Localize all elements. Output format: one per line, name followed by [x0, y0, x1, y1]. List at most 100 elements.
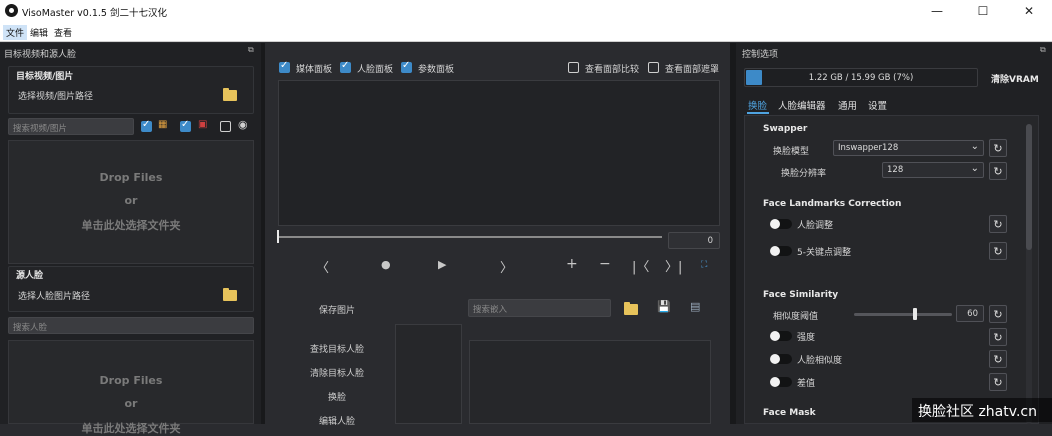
media-panel-label: 媒体面板 [296, 65, 333, 75]
swap-faces-button[interactable]: 换脸 [287, 390, 387, 403]
similarity-threshold-slider[interactable] [854, 313, 952, 316]
strength-toggle[interactable] [770, 331, 792, 341]
active-tab-underline [747, 112, 769, 114]
source-drop-zone[interactable]: Drop Files or 单击此处选择文件夹 [8, 340, 254, 435]
frame-number-input[interactable]: 0 [668, 232, 720, 249]
reset-icon[interactable]: ↻ [989, 215, 1007, 233]
fullscreen-icon[interactable]: ⛶ [701, 260, 707, 270]
tab-face-swap[interactable]: 换脸 [748, 98, 767, 112]
search-video-input[interactable]: 搜索视频/图片 [8, 118, 134, 135]
export-icon[interactable]: ▤ [690, 300, 700, 313]
tab-face-editor[interactable]: 人脸编辑器 [778, 98, 826, 112]
reset-icon[interactable]: ↻ [989, 139, 1007, 157]
face-mask-heading: Face Mask [763, 408, 816, 418]
filter-video-checkbox[interactable] [180, 119, 191, 132]
drop-text: Drop Files [99, 171, 163, 184]
keypoint-adjust-toggle[interactable] [770, 246, 792, 256]
param-panel-checkbox[interactable] [401, 60, 412, 73]
menu-bar: 文件 编辑 查看 [0, 22, 1052, 42]
drop-or-text: or [124, 397, 138, 410]
folder-icon[interactable] [223, 288, 237, 301]
next-frame-icon[interactable]: 〉 [500, 257, 513, 276]
face-similarity-label: 人脸相似度 [797, 356, 843, 366]
face-compare-checkbox[interactable] [568, 62, 579, 73]
reset-icon[interactable]: ↻ [989, 242, 1007, 260]
menu-file[interactable]: 文件 [3, 25, 28, 40]
window-title: VisoMaster v0.1.5 剑二十七汉化 [22, 8, 167, 19]
target-drop-zone[interactable]: Drop Files or 单击此处选择文件夹 [8, 140, 254, 264]
vram-progress-bar: 1.22 GB / 15.99 GB (7%) [744, 68, 978, 87]
source-group-label: 源人脸 [16, 271, 44, 281]
play-icon[interactable]: ▶ [438, 258, 446, 271]
tab-settings[interactable]: 设置 [868, 98, 887, 112]
app-icon [5, 4, 18, 17]
close-button[interactable]: ✕ [1006, 0, 1052, 22]
dock-float-icon[interactable]: ⧉ [248, 45, 254, 55]
swap-model-value: Inswapper128 [838, 143, 899, 153]
similarity-heading: Face Similarity [763, 290, 839, 300]
right-dock-title: 控制选项 [742, 50, 779, 60]
add-marker-icon[interactable]: + [566, 256, 578, 272]
filter-webcam-checkbox[interactable] [220, 121, 231, 132]
face-adjust-label: 人脸调整 [797, 221, 834, 231]
similarity-threshold-label: 相似度阈值 [773, 312, 819, 322]
reset-icon[interactable]: ↻ [989, 373, 1007, 391]
tab-common[interactable]: 通用 [838, 98, 857, 112]
face-compare-label: 查看面部比较 [585, 65, 640, 75]
minimize-button[interactable]: — [914, 0, 960, 22]
image-icon: ▦ [158, 119, 168, 130]
target-faces-list[interactable] [395, 324, 462, 424]
keypoint-adjust-label: 5-关键点调整 [797, 248, 851, 258]
drop-folder-text: 单击此处选择文件夹 [81, 219, 181, 232]
save-icon[interactable]: 💾 [657, 300, 671, 313]
swapper-heading: Swapper [763, 124, 808, 134]
scrollbar-thumb[interactable] [1026, 124, 1032, 250]
target-path-label: 选择视频/图片路径 [18, 92, 94, 102]
clear-target-faces-button[interactable]: 清除目标人脸 [287, 366, 387, 379]
face-panel-checkbox[interactable] [340, 60, 351, 73]
edit-faces-button[interactable]: 编辑人脸 [287, 414, 387, 427]
save-image-button[interactable]: 保存图片 [287, 303, 387, 316]
watermark-text: 换脸社区 zhatv.cn [918, 404, 1037, 420]
search-face-input[interactable]: 搜索人脸 [8, 317, 254, 334]
next-marker-icon[interactable]: 〉| [665, 256, 682, 275]
similarity-threshold-input[interactable]: 60 [956, 305, 984, 322]
face-adjust-toggle[interactable] [770, 219, 792, 229]
reset-icon[interactable]: ↻ [989, 162, 1007, 180]
reset-icon[interactable]: ↻ [989, 305, 1007, 323]
menu-edit[interactable]: 编辑 [27, 25, 51, 40]
face-panel-label: 人脸面板 [357, 65, 394, 75]
filter-image-checkbox[interactable] [141, 119, 152, 132]
folder-icon[interactable] [223, 88, 237, 101]
reset-icon[interactable]: ↻ [989, 328, 1007, 346]
difference-toggle[interactable] [770, 377, 792, 387]
swap-model-select[interactable]: Inswapper128 ⌄ [833, 140, 984, 156]
face-mask-checkbox[interactable] [648, 62, 659, 73]
menu-view[interactable]: 查看 [51, 25, 75, 40]
reset-icon[interactable]: ↻ [989, 350, 1007, 368]
slider-handle[interactable] [913, 308, 917, 320]
timeline-handle[interactable] [277, 230, 279, 243]
chevron-down-icon: ⌄ [970, 141, 979, 152]
swap-resolution-select[interactable]: 128 ⌄ [882, 162, 984, 178]
folder-icon[interactable] [624, 302, 638, 315]
dock-float-icon[interactable]: ⧉ [1040, 45, 1046, 55]
clear-vram-button[interactable]: 清除VRAM [991, 72, 1039, 85]
face-mask-label: 查看面部遮罩 [665, 65, 720, 75]
search-embed-input[interactable]: 搜索嵌入 [468, 299, 611, 317]
timeline-slider[interactable] [278, 236, 662, 238]
target-group-label: 目标视频/图片 [16, 72, 74, 82]
difference-label: 差值 [797, 379, 816, 389]
video-preview[interactable] [278, 80, 720, 226]
find-target-faces-button[interactable]: 查找目标人脸 [287, 342, 387, 355]
swap-resolution-value: 128 [887, 165, 904, 175]
media-panel-checkbox[interactable] [279, 60, 290, 73]
prev-marker-icon[interactable]: |〈 [632, 256, 649, 275]
maximize-button[interactable]: ☐ [960, 0, 1006, 22]
swap-model-label: 换脸模型 [773, 147, 810, 157]
prev-frame-icon[interactable]: 〈 [316, 257, 329, 276]
face-similarity-toggle[interactable] [770, 354, 792, 364]
record-icon[interactable]: ● [381, 258, 391, 271]
embeddings-list[interactable] [469, 340, 711, 424]
remove-marker-icon[interactable]: − [599, 256, 611, 272]
